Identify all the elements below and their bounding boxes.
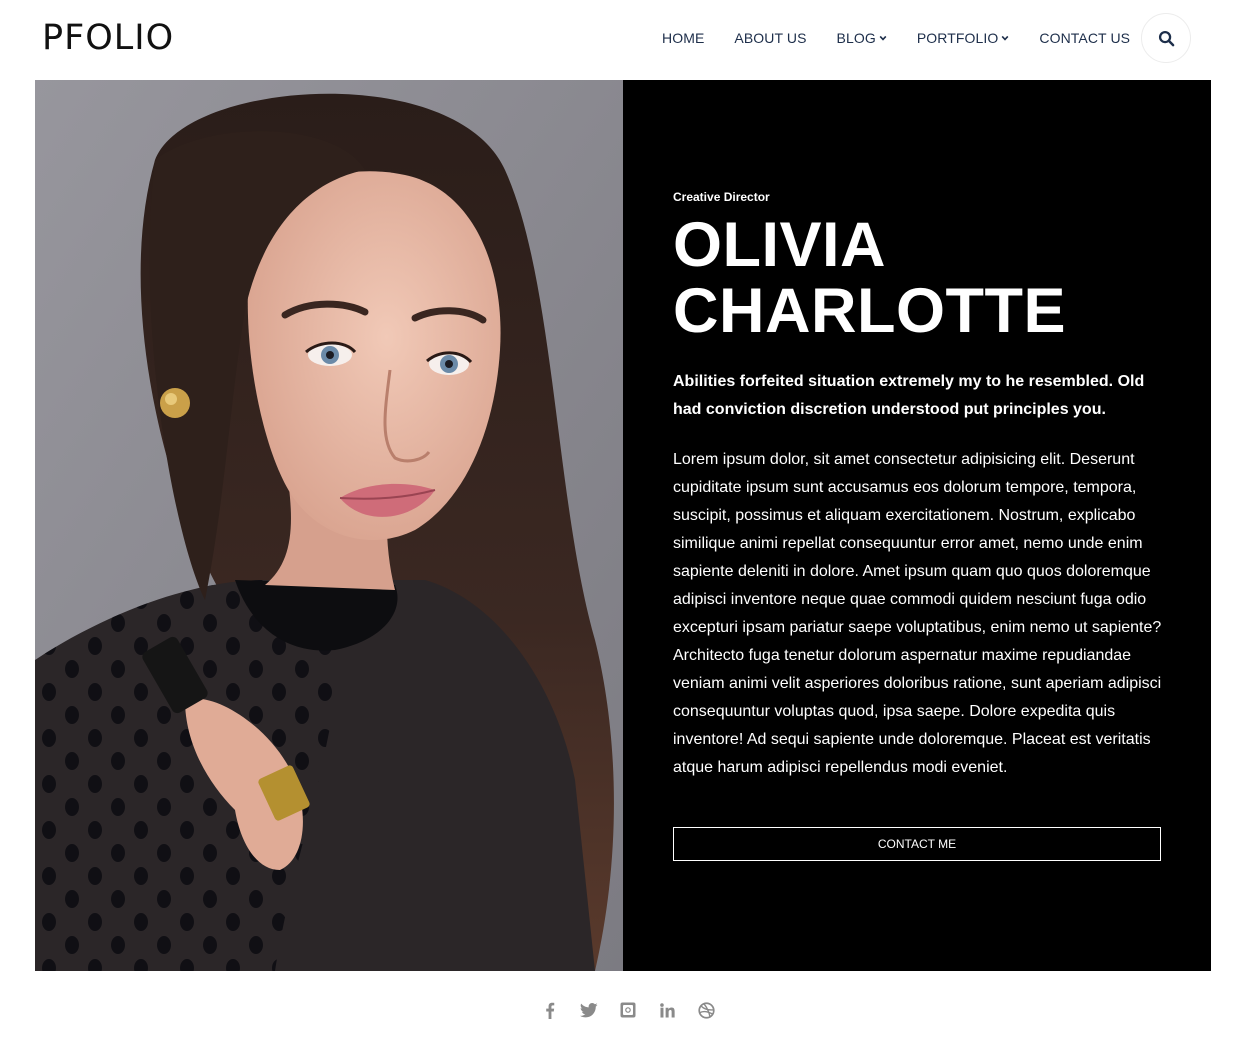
search-button[interactable] — [1141, 13, 1191, 63]
nav-item-contact-us[interactable]: CONTACT US — [1039, 30, 1130, 46]
linkedin-icon — [659, 1002, 675, 1018]
chevron-down-icon — [1002, 35, 1009, 41]
nav-item-home[interactable]: HOME — [662, 30, 704, 46]
twitter-icon — [580, 1002, 598, 1017]
nav-label: PORTFOLIO — [916, 30, 999, 46]
nav-label: CONTACT US — [1039, 30, 1131, 46]
body-paragraph: Lorem ipsum dolor, sit amet consectetur … — [673, 451, 1162, 776]
hero-panel: Creative Director OLIVIA CHARLOTTE Abili… — [623, 80, 1211, 971]
main-nav: HOME ABOUT US BLOG PORTFOLIO CONTACT US — [662, 29, 1130, 47]
facebook-link[interactable] — [540, 1000, 560, 1020]
instagram-icon — [620, 1002, 636, 1018]
facebook-icon — [546, 1002, 555, 1019]
lead-paragraph: Abilities forfeited situation extremely … — [673, 373, 1145, 418]
dribbble-icon — [697, 1001, 715, 1019]
site-logo[interactable]: PFOLIO — [42, 18, 174, 58]
person-name: OLIVIA CHARLOTTE — [673, 212, 1066, 344]
nav-label: HOME — [662, 30, 705, 46]
name-line-2: CHARLOTTE — [673, 276, 1066, 346]
name-line-1: OLIVIA — [673, 210, 887, 280]
instagram-link[interactable] — [618, 1000, 638, 1020]
search-icon — [1158, 30, 1174, 46]
twitter-link[interactable] — [579, 1000, 599, 1020]
chevron-down-icon — [879, 35, 887, 41]
nav-item-about-us[interactable]: ABOUT US — [734, 30, 806, 46]
nav-label: ABOUT US — [734, 30, 807, 46]
linkedin-link[interactable] — [657, 1000, 677, 1020]
contact-me-button[interactable]: CONTACT ME — [673, 827, 1161, 861]
nav-label: BLOG — [836, 30, 876, 46]
social-links — [0, 1000, 1244, 1020]
dribbble-link[interactable] — [696, 1000, 716, 1020]
job-title: Creative Director — [673, 190, 770, 204]
site-header: PFOLIO HOME ABOUT US BLOG PORTFOLIO CONT… — [0, 0, 1244, 80]
nav-item-portfolio[interactable]: PORTFOLIO — [917, 30, 1010, 46]
nav-item-blog[interactable]: BLOG — [837, 30, 887, 46]
portrait-photo — [35, 80, 623, 971]
portrait-image — [35, 80, 623, 971]
